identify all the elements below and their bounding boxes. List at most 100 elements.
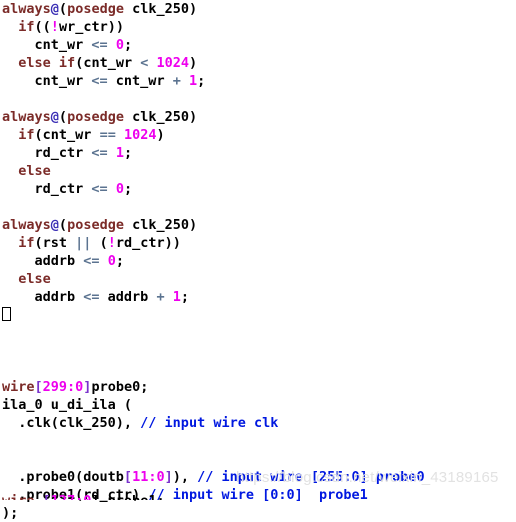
code-line[interactable] — [0, 306, 516, 324]
code-token: else — [18, 55, 51, 71]
code-line[interactable]: if(cnt_wr == 1024) — [0, 126, 516, 144]
code-token: probe0; — [91, 379, 149, 395]
code-token: clk_250) — [123, 1, 198, 17]
code-token: [ — [34, 379, 43, 395]
code-token: cnt_wr — [2, 73, 92, 89]
code-line[interactable]: always@(posedge clk_250) — [0, 216, 516, 234]
code-line[interactable] — [0, 324, 516, 342]
code-token: 11:0 — [132, 469, 165, 485]
code-line[interactable]: rd_ctr <= 1; — [0, 144, 516, 162]
code-line[interactable]: ); — [0, 504, 516, 522]
code-line[interactable]: .probe0(doutb[11:0]), // input wire [255… — [0, 468, 516, 486]
code-token: if — [58, 55, 76, 71]
code-token: + — [172, 73, 181, 89]
code-token: [ — [35, 493, 51, 500]
code-editor-surface[interactable]: always@(posedge clk_250) if((!wr_ctr)) c… — [0, 0, 516, 521]
code-token: ( — [58, 1, 68, 17]
code-token: <= — [83, 289, 100, 305]
code-token: || — [75, 235, 92, 251]
code-token: (cnt_wr — [75, 55, 141, 71]
code-token: wr_ctr)) — [58, 19, 124, 35]
code-line[interactable] — [0, 450, 516, 468]
code-line[interactable]: ila_0 u_di_ila ( — [0, 396, 516, 414]
code-token: else — [18, 271, 51, 287]
code-token: always — [2, 1, 51, 17]
code-token: 1024 — [123, 127, 157, 143]
code-token: + — [156, 289, 165, 305]
code-token: ; — [123, 181, 133, 197]
code-token: ! — [50, 19, 59, 35]
code-token: <= — [91, 181, 108, 197]
code-line[interactable]: else if(cnt_wr < 1024) — [0, 54, 516, 72]
code-line[interactable]: else — [0, 162, 516, 180]
code-line[interactable]: always@(posedge clk_250) — [0, 0, 516, 18]
code-token: 127:0 — [51, 493, 92, 500]
code-line[interactable]: wire [127:0] probe1; — [0, 492, 516, 500]
code-token: else — [18, 163, 51, 179]
code-token: 1024 — [156, 55, 190, 71]
code-token: posedge — [67, 217, 124, 233]
code-line[interactable] — [0, 90, 516, 108]
code-token: posedge — [67, 1, 124, 17]
clipped-bottom-line-region: wire [127:0] probe1; — [0, 492, 516, 500]
code-token: if — [18, 127, 35, 143]
code-token: @ — [50, 109, 59, 125]
code-token: @ — [50, 1, 59, 17]
code-line[interactable]: else — [0, 270, 516, 288]
code-token: 1 — [188, 73, 198, 89]
code-line[interactable]: cnt_wr <= cnt_wr + 1; — [0, 72, 516, 90]
code-line[interactable]: addrb <= addrb + 1; — [0, 288, 516, 306]
code-token: [ — [123, 469, 133, 485]
code-token: if — [18, 19, 35, 35]
code-token: ; — [123, 37, 133, 53]
code-token: ( — [58, 109, 68, 125]
code-line[interactable]: always@(posedge clk_250) — [0, 108, 516, 126]
code-token: ; — [123, 145, 133, 161]
code-line[interactable]: addrb <= 0; — [0, 252, 516, 270]
code-token: wire — [2, 493, 35, 500]
code-token: addrb — [99, 289, 157, 305]
code-line[interactable]: if(rst || (!rd_ctr)) — [0, 234, 516, 252]
code-token: (rst — [34, 235, 76, 251]
code-token: 0 — [107, 253, 116, 269]
code-token: .clk(clk_250), — [2, 415, 141, 431]
code-token: ; — [197, 73, 206, 89]
code-token: rd_ctr — [2, 145, 92, 161]
code-token: if — [18, 235, 35, 251]
code-token: ( — [58, 217, 68, 233]
code-token: addrb — [2, 253, 84, 269]
code-token: addrb — [2, 289, 84, 305]
code-token: == — [99, 127, 116, 143]
missing-glyph-icon — [2, 307, 11, 321]
code-line[interactable] — [0, 432, 516, 450]
code-token: ] probe1; — [91, 493, 164, 500]
code-line[interactable] — [0, 360, 516, 378]
code-token: always — [2, 217, 51, 233]
code-token: rd_ctr)) — [115, 235, 181, 251]
code-token: ( — [91, 235, 108, 251]
code-line[interactable] — [0, 342, 516, 360]
code-token: ; — [180, 289, 190, 305]
code-line[interactable]: .clk(clk_250), // input wire clk — [0, 414, 516, 432]
code-line[interactable]: rd_ctr <= 0; — [0, 180, 516, 198]
code-token: always — [2, 109, 51, 125]
code-line[interactable] — [0, 198, 516, 216]
code-line[interactable]: wire[299:0]probe0; — [0, 378, 516, 396]
code-token: @ — [50, 217, 59, 233]
code-token: (cnt_wr — [34, 127, 100, 143]
code-token: cnt_wr — [107, 73, 173, 89]
code-line[interactable]: if((!wr_ctr)) — [0, 18, 516, 36]
code-line[interactable]: cnt_wr <= 0; — [0, 36, 516, 54]
